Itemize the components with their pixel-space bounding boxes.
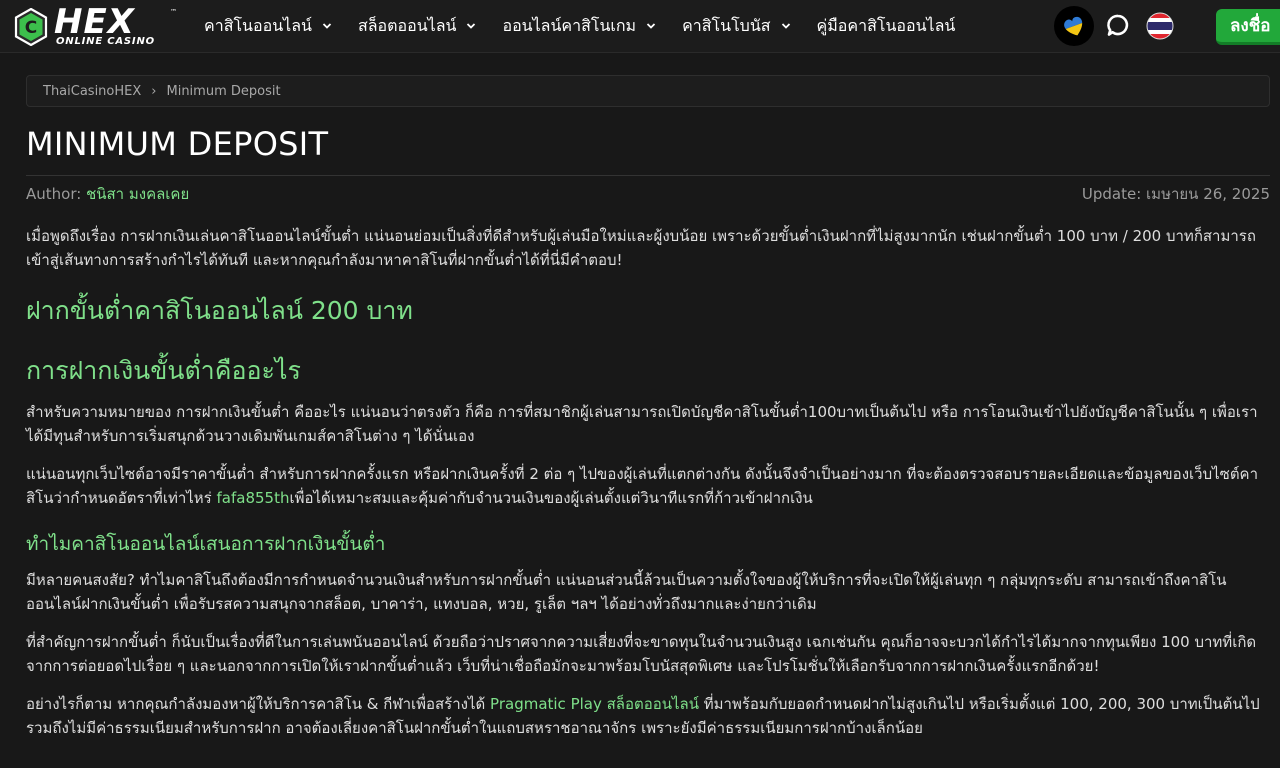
nav-item-online-casino[interactable]: คาสิโนออนไลน์ xyxy=(204,0,332,52)
section-heading-200-baht: ฝากขั้นต่ำคาสิโนออนไลน์ 200 บาท xyxy=(26,296,413,325)
top-navbar: C HEX ™ ONLINE CASINO คาสิโนออนไลน์ สล็อ… xyxy=(0,0,1280,53)
section-heading-why-min-deposit: ทำไมคาสิโนออนไลน์เสนอการฝากเงินขั้นต่ำ xyxy=(26,533,386,555)
brand-tagline: ONLINE CASINO xyxy=(56,36,155,47)
chat-icon[interactable] xyxy=(1098,6,1138,46)
nav-item-casino-bonus[interactable]: คาสิโนโบนัส xyxy=(682,0,790,52)
header-icons xyxy=(1054,6,1180,46)
paragraph-importance: ที่สำคัญการฝากขั้นต่ำ ก็นับเป็นเรื่องที่… xyxy=(26,633,1257,675)
nav-item-label: สล็อตออนไลน์ xyxy=(357,15,457,35)
title-divider xyxy=(26,175,1270,176)
pragmatic-play-link[interactable]: Pragmatic Play สล็อตออนไลน์ xyxy=(490,695,699,713)
breadcrumb-current: Minimum Deposit xyxy=(166,83,281,99)
chevron-down-icon xyxy=(781,23,790,29)
chevron-down-icon xyxy=(322,23,332,29)
chevron-down-icon xyxy=(646,23,656,29)
brand-tm: ™ xyxy=(170,8,177,16)
nav-item-casino-guide[interactable]: คู่มือคาสิโนออนไลน์ xyxy=(817,0,956,52)
page-title: MINIMUM DEPOSIT xyxy=(26,125,329,163)
nav-item-online-slots[interactable]: สล็อตออนไลน์ xyxy=(358,0,477,52)
text-segment: เพื่อได้เหมาะสมและคุ้มค่ากับจำนวนเงินของ… xyxy=(289,489,813,507)
fafa855th-link[interactable]: fafa855th xyxy=(217,489,290,507)
thailand-flag-icon[interactable] xyxy=(1140,6,1180,46)
breadcrumb: ThaiCasinoHEX › Minimum Deposit xyxy=(26,75,1270,107)
site-logo[interactable]: C HEX ™ ONLINE CASINO xyxy=(12,3,182,48)
paragraph-pragmatic: อย่างไรก็ตาม หากคุณกำลังมองหาผู้ให้บริกา… xyxy=(26,692,1266,740)
author-link[interactable]: ชนิสา มงคลเคย xyxy=(86,185,189,203)
signup-button[interactable]: ลงชื่อ xyxy=(1216,9,1280,45)
paragraph-definition: สำหรับความหมายของ การฝากเงินขั้นต่ำ คืออ… xyxy=(26,403,1258,445)
text-segment: อย่างไรก็ตาม หากคุณกำลังมองหาผู้ให้บริกา… xyxy=(26,695,491,713)
nav-item-label: ออนไลน์คาสิโนเกม xyxy=(502,15,637,35)
author-line: Author: ชนิสา มงคลเคย xyxy=(26,184,189,204)
breadcrumb-separator: › xyxy=(151,83,157,99)
section-heading-what-is-min-deposit: การฝากเงินขั้นต่ำคืออะไร xyxy=(26,356,301,385)
author-label: Author: xyxy=(26,185,82,203)
paragraph-check-sites: แน่นอนทุกเว็บไซต์อาจมีราคาขั้นต่ำ สำหรับ… xyxy=(26,462,1266,510)
main-nav: คาสิโนออนไลน์ สล็อตออนไลน์ ออนไลน์คาสิโน… xyxy=(204,0,981,52)
breadcrumb-home-link[interactable]: ThaiCasinoHEX xyxy=(43,84,141,99)
svg-text:C: C xyxy=(25,18,37,38)
heart-ukraine-icon[interactable] xyxy=(1054,6,1094,46)
hex-logo-icon: C xyxy=(14,8,48,46)
nav-item-label: คู่มือคาสิโนออนไลน์ xyxy=(816,15,956,35)
update-date: Update: เมษายน 26, 2025 xyxy=(1081,185,1270,203)
nav-item-label: คาสิโนออนไลน์ xyxy=(204,15,312,35)
nav-item-casino-games[interactable]: ออนไลน์คาสิโนเกม xyxy=(502,0,656,52)
chevron-down-icon xyxy=(467,23,476,29)
nav-item-label: คาสิโนโบนัส xyxy=(682,15,771,35)
intro-paragraph: เมื่อพูดถึงเรื่อง การฝากเงินเล่นคาสิโนออ… xyxy=(26,227,1256,269)
paragraph-why: มีหลายคนสงสัย? ทำไมคาสิโนถึงต้องมีการกำห… xyxy=(26,571,1227,613)
